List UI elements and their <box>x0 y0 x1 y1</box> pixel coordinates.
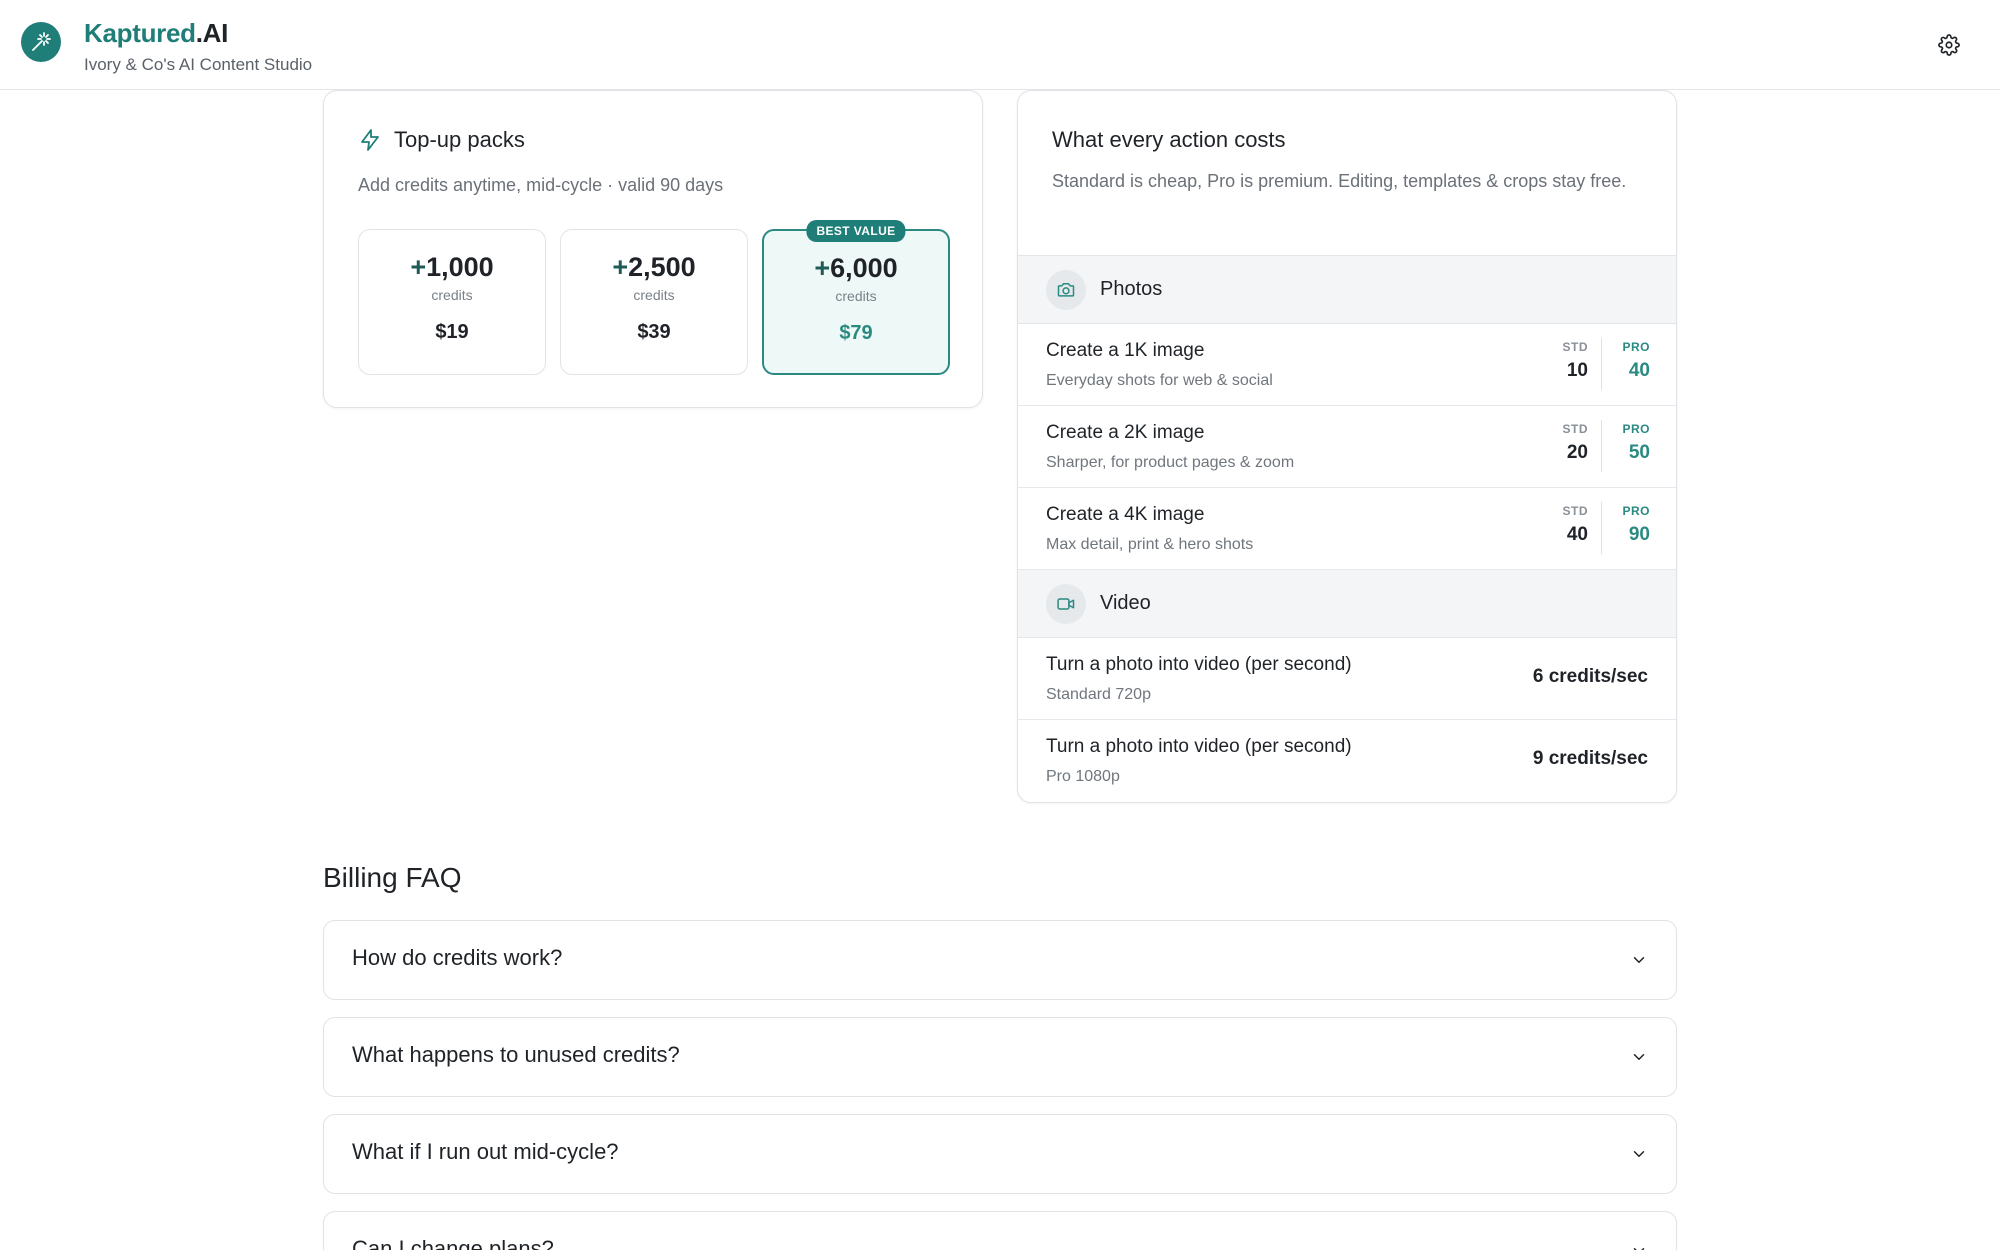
video-label: Video <box>1100 592 1151 614</box>
divider <box>1601 338 1602 390</box>
video-section-header: Video <box>1018 570 1676 638</box>
topup-title-row: Top-up packs <box>358 127 525 153</box>
row-title: Create a 1K image <box>1046 340 1205 361</box>
photos-label: Photos <box>1100 278 1163 300</box>
row-title: Create a 2K image <box>1046 422 1205 443</box>
costs-description: Standard is cheap, Pro is premium. Editi… <box>1052 171 1627 191</box>
chevron-down-icon <box>1633 1054 1645 1060</box>
pro-label: PRO <box>1622 340 1650 354</box>
pro-value: 50 <box>1628 442 1650 463</box>
pro-cost: PRO 90 <box>1616 504 1650 546</box>
faq-question: Can I change plans? <box>352 1236 554 1250</box>
pack-price: $39 <box>637 321 671 343</box>
std-cost: STD 20 <box>1534 422 1589 464</box>
faq-question: What happens to unused credits? <box>352 1042 680 1067</box>
faq-item-change-plans[interactable]: Can I change plans? <box>323 1211 1677 1250</box>
costs-title: What every action costs <box>1052 127 1286 152</box>
std-label: STD <box>1562 504 1588 518</box>
faq-question: How do credits work? <box>352 945 563 970</box>
pack-amount-value: 2,500 <box>628 252 696 282</box>
plus-sign: + <box>814 253 831 283</box>
pro-cost: PRO 50 <box>1616 422 1650 464</box>
magic-wand-icon[interactable] <box>21 22 61 62</box>
pack-unit: credits <box>431 287 473 303</box>
brand-name-part2: .AI <box>195 18 229 48</box>
chevron-down-icon <box>1633 957 1645 963</box>
pack-amount: +1,000 <box>359 252 545 283</box>
topup-title: Top-up packs <box>394 127 525 152</box>
pack-amount-value: 1,000 <box>426 252 494 282</box>
photos-section-header: Photos <box>1018 256 1676 324</box>
pack-amount: +2,500 <box>561 252 747 283</box>
plus-sign: + <box>612 252 629 282</box>
rate-value: 9 credits/sec <box>1532 748 1648 769</box>
video-camera-icon <box>1046 583 1086 624</box>
std-value: 40 <box>1566 524 1588 545</box>
pro-label: PRO <box>1622 504 1650 518</box>
pro-value: 90 <box>1628 524 1650 545</box>
row-title: Create a 4K image <box>1046 504 1205 525</box>
brand-name-part1: Kaptured <box>84 18 196 48</box>
pack-price: $79 <box>839 322 873 344</box>
cost-row-4k: Create a 4K image Max detail, print & he… <box>1018 488 1676 570</box>
rate-value: 6 credits/sec <box>1532 666 1648 687</box>
costs-card: What every action costs Standard is chea… <box>1017 90 1677 803</box>
best-value-badge: BEST VALUE <box>806 220 906 242</box>
cost-row-video-1080p: Turn a photo into video (per second) Pro… <box>1018 720 1676 802</box>
chevron-down-icon <box>1633 1151 1645 1157</box>
cost-row-2k: Create a 2K image Sharper, for product p… <box>1018 406 1676 488</box>
cost-row-1k: Create a 1K image Everyday shots for web… <box>1018 324 1676 406</box>
faq-question: What if I run out mid-cycle? <box>352 1139 619 1164</box>
pack-6000[interactable]: BEST VALUE +6,000 credits $79 <box>762 220 950 375</box>
costs-header: What every action costs Standard is chea… <box>1018 91 1676 256</box>
pack-price: $19 <box>435 321 469 343</box>
divider <box>1601 420 1602 472</box>
topup-card: Top-up packs Add credits anytime, mid-cy… <box>323 90 983 408</box>
row-title: Turn a photo into video (per second) <box>1046 654 1352 675</box>
std-cost: STD 40 <box>1534 504 1589 546</box>
row-subtitle: Sharper, for product pages & zoom <box>1046 454 1295 471</box>
std-value: 20 <box>1566 442 1588 463</box>
pack-2500[interactable]: +2,500 credits $39 <box>560 229 748 375</box>
faq-title: Billing FAQ <box>323 862 462 893</box>
std-cost: STD 10 <box>1534 340 1589 382</box>
pack-amount-value: 6,000 <box>830 253 898 283</box>
row-title: Turn a photo into video (per second) <box>1046 736 1352 757</box>
pack-list: +1,000 credits $19 +2,500 credits $39 BE… <box>358 220 950 375</box>
plus-sign: + <box>410 252 427 282</box>
std-value: 10 <box>1566 360 1588 381</box>
pack-unit: credits <box>835 288 877 304</box>
topup-subtitle: Add credits anytime, mid-cycle · valid 9… <box>358 175 724 195</box>
pro-value: 40 <box>1628 360 1650 381</box>
pro-label: PRO <box>1622 422 1650 436</box>
row-subtitle: Everyday shots for web & social <box>1046 372 1273 389</box>
pro-cost: PRO 40 <box>1616 340 1650 382</box>
gear-icon <box>1938 34 1960 56</box>
lightning-bolt-icon <box>361 129 379 151</box>
faq-item-run-out[interactable]: What if I run out mid-cycle? <box>323 1114 1677 1194</box>
std-label: STD <box>1562 340 1588 354</box>
pack-unit: credits <box>633 287 675 303</box>
cost-row-video-720p: Turn a photo into video (per second) Sta… <box>1018 638 1676 720</box>
brand-name[interactable]: Kaptured.AI <box>84 18 228 49</box>
chevron-down-icon <box>1633 1248 1645 1250</box>
faq-item-unused[interactable]: What happens to unused credits? <box>323 1017 1677 1097</box>
row-subtitle: Max detail, print & hero shots <box>1046 536 1254 553</box>
std-label: STD <box>1562 422 1588 436</box>
camera-icon <box>1046 269 1086 310</box>
row-subtitle: Standard 720p <box>1046 686 1151 703</box>
settings-button[interactable] <box>1935 31 1963 59</box>
top-bar: Kaptured.AI Ivory & Co's AI Content Stud… <box>0 0 2000 90</box>
pack-amount: +6,000 <box>764 253 948 284</box>
divider <box>1601 502 1602 554</box>
row-subtitle: Pro 1080p <box>1046 768 1120 785</box>
faq-item-credits[interactable]: How do credits work? <box>323 920 1677 1000</box>
brand-subtitle: Ivory & Co's AI Content Studio <box>84 55 313 74</box>
pack-1000[interactable]: +1,000 credits $19 <box>358 229 546 375</box>
